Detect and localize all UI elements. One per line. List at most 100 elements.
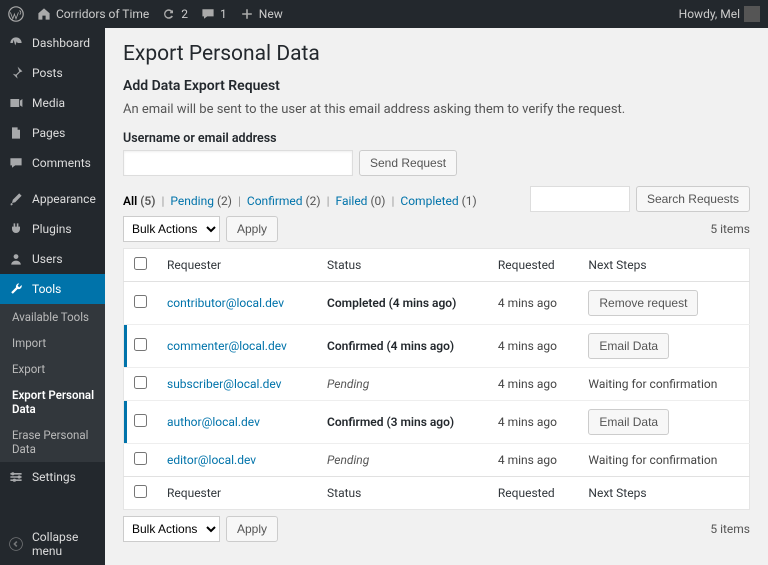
username-email-input[interactable] (123, 150, 353, 176)
next-steps-cell: Remove request (578, 282, 749, 325)
col-next: Next Steps (578, 249, 749, 282)
plus-icon (239, 6, 255, 22)
pin-icon (8, 65, 24, 81)
select-all-bottom[interactable] (134, 485, 147, 498)
site-name-link[interactable]: Corridors of Time (36, 6, 149, 22)
requester-link[interactable]: contributor@local.dev (167, 296, 284, 310)
menu-label: Media (32, 96, 65, 110)
menu-dashboard[interactable]: Dashboard (0, 28, 105, 58)
menu-comments[interactable]: Comments (0, 148, 105, 178)
requests-table: Requester Status Requested Next Steps co… (123, 248, 750, 510)
plug-icon (8, 221, 24, 237)
search-requests-button[interactable]: Search Requests (636, 186, 750, 212)
filter-all[interactable]: All (5) (123, 194, 155, 208)
filter-label: Failed (336, 194, 368, 208)
filter-completed[interactable]: Completed (1) (400, 194, 476, 208)
requested-cell: 4 mins ago (488, 444, 579, 477)
sub-erase-personal-data[interactable]: Erase Personal Data (0, 422, 105, 462)
bulk-apply-bottom[interactable]: Apply (226, 516, 278, 542)
row-checkbox[interactable] (134, 295, 147, 308)
menu-label: Comments (32, 156, 91, 170)
row-checkbox[interactable] (134, 414, 147, 427)
submenu-tools: Available Tools Import Export Export Per… (0, 304, 105, 462)
col-requested-foot: Requested (488, 477, 579, 510)
brush-icon (8, 191, 24, 207)
sub-import[interactable]: Import (0, 330, 105, 356)
requester-link[interactable]: editor@local.dev (167, 453, 256, 467)
menu-label: Tools (32, 282, 61, 296)
filter-confirmed[interactable]: Confirmed (2) (247, 194, 321, 208)
menu-settings[interactable]: Settings (0, 462, 105, 492)
status-cell: Confirmed (4 mins ago) (317, 325, 488, 368)
requested-cell: 4 mins ago (488, 368, 579, 401)
menu-tools[interactable]: Tools (0, 274, 105, 304)
wp-logo[interactable] (8, 6, 24, 22)
filter-failed[interactable]: Failed (0) (336, 194, 386, 208)
items-count-bottom: 5 items (710, 522, 750, 536)
sub-export[interactable]: Export (0, 356, 105, 382)
site-name: Corridors of Time (56, 7, 149, 21)
requested-cell: 4 mins ago (488, 325, 579, 368)
row-checkbox[interactable] (134, 452, 147, 465)
table-row: contributor@local.dev Completed (4 mins a… (124, 282, 750, 325)
requester-link[interactable]: author@local.dev (167, 415, 260, 429)
next-action-button[interactable]: Email Data (588, 333, 669, 359)
next-action-button[interactable]: Remove request (588, 290, 698, 316)
col-requester[interactable]: Requester (157, 249, 317, 282)
menu-media[interactable]: Media (0, 88, 105, 118)
col-requester-foot: Requester (157, 477, 317, 510)
filter-label: Completed (400, 194, 458, 208)
requester-link[interactable]: subscriber@local.dev (167, 377, 281, 391)
sub-export-personal-data[interactable]: Export Personal Data (0, 382, 105, 422)
comments-link[interactable]: 1 (200, 6, 227, 22)
admin-bar: Corridors of Time 2 1 New Howdy, Mel (0, 0, 768, 28)
bulk-actions-select-bottom[interactable]: Bulk Actions (123, 516, 220, 542)
intro-text: An email will be sent to the user at thi… (123, 102, 750, 117)
menu-label: Plugins (32, 222, 72, 236)
page-subtitle: Add Data Export Request (123, 78, 750, 94)
row-checkbox[interactable] (134, 338, 147, 351)
select-all-top[interactable] (134, 257, 147, 270)
wordpress-icon (8, 6, 24, 22)
account-link[interactable]: Howdy, Mel (679, 6, 760, 22)
new-link[interactable]: New (239, 6, 283, 22)
table-row: author@local.devConfirmed (3 mins ago)4 … (124, 401, 750, 444)
filter-count: (2) (217, 194, 232, 208)
collapse-icon (8, 536, 24, 552)
status-cell: Pending (317, 444, 488, 477)
collapse-menu[interactable]: Collapse menu (0, 523, 105, 565)
dashboard-icon (8, 35, 24, 51)
col-status[interactable]: Status (317, 249, 488, 282)
sliders-icon (8, 469, 24, 485)
table-row: subscriber@local.devPending4 mins agoWai… (124, 368, 750, 401)
next-action-button[interactable]: Email Data (588, 409, 669, 435)
next-steps-cell: Email Data (578, 325, 749, 368)
menu-users[interactable]: Users (0, 244, 105, 274)
user-icon (8, 251, 24, 267)
menu-label: Appearance (32, 192, 96, 206)
menu-pages[interactable]: Pages (0, 118, 105, 148)
search-requests-input[interactable] (530, 186, 630, 212)
bulk-actions-select[interactable]: Bulk Actions (123, 216, 220, 242)
sub-available-tools[interactable]: Available Tools (0, 304, 105, 330)
status-cell: Confirmed (3 mins ago) (317, 401, 488, 444)
filter-count: (0) (370, 194, 385, 208)
refresh-icon (161, 6, 177, 22)
requester-link[interactable]: commenter@local.dev (167, 339, 287, 353)
admin-sidebar: Dashboard Posts Media Pages Comments App… (0, 28, 105, 565)
col-requested[interactable]: Requested (488, 249, 579, 282)
col-next-foot: Next Steps (578, 477, 749, 510)
col-status-foot: Status (317, 477, 488, 510)
menu-plugins[interactable]: Plugins (0, 214, 105, 244)
field-label: Username or email address (123, 131, 750, 146)
status-cell: Completed (4 mins ago) (317, 282, 488, 325)
menu-appearance[interactable]: Appearance (0, 184, 105, 214)
updates-link[interactable]: 2 (161, 6, 188, 22)
send-request-button[interactable]: Send Request (359, 150, 457, 176)
row-checkbox[interactable] (134, 376, 147, 389)
menu-posts[interactable]: Posts (0, 58, 105, 88)
filter-pending[interactable]: Pending (2) (170, 194, 232, 208)
new-label: New (259, 7, 283, 21)
updates-count: 2 (181, 7, 188, 21)
bulk-apply-top[interactable]: Apply (226, 216, 278, 242)
